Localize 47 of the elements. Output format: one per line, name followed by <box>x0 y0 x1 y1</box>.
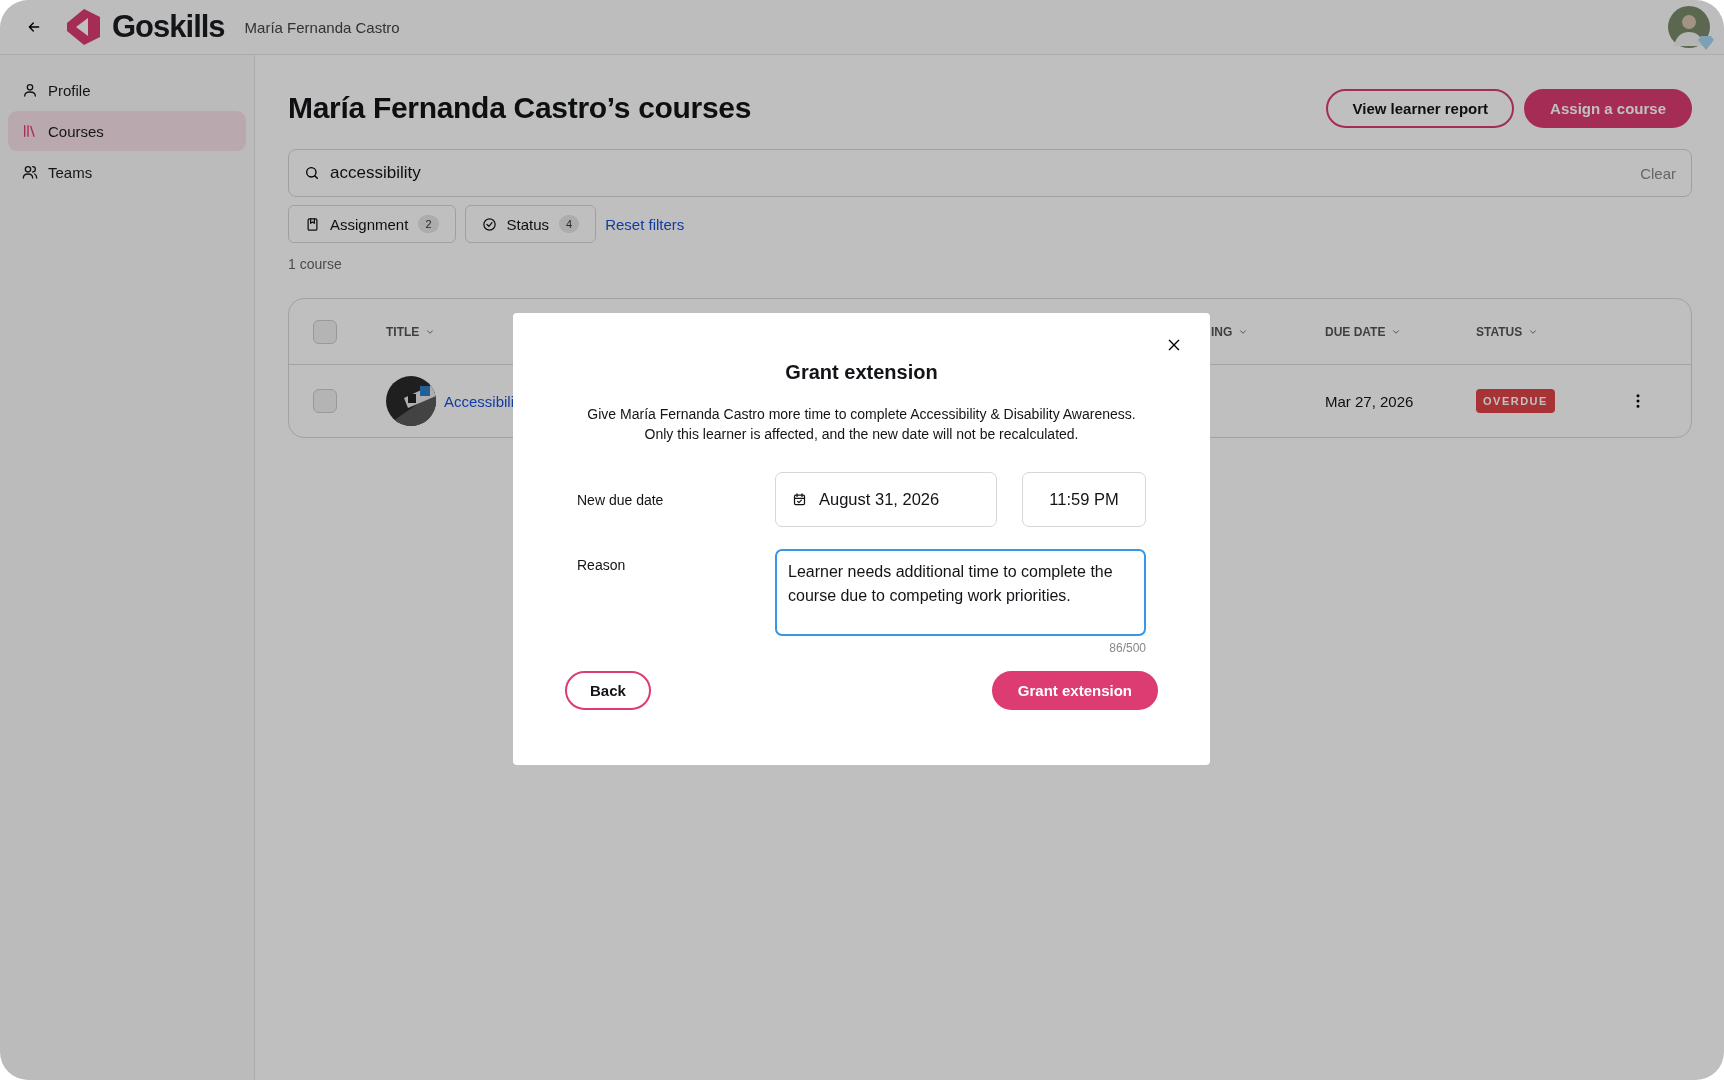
close-icon <box>1166 337 1182 353</box>
column-header[interactable]: STATUS <box>1476 324 1629 339</box>
character-counter: 86/500 <box>1108 641 1146 655</box>
field-label: Reason <box>577 556 627 573</box>
learner-name: María Fernanda Castro <box>244 18 401 36</box>
grant-button[interactable]: Grant extension <box>991 671 1158 710</box>
avatar[interactable] <box>1668 6 1710 48</box>
sidebar-item[interactable]: Courses <box>8 111 246 151</box>
logo-text: Goskills <box>112 9 225 45</box>
person-icon <box>22 82 38 98</box>
page-title: María Fernanda Castro’s courses <box>288 91 752 125</box>
filter-button[interactable]: Status 4 <box>464 205 597 243</box>
due-date: Mar 27, 2026 <box>1325 392 1415 410</box>
diamond-icon <box>1698 36 1714 50</box>
reset-filters-link[interactable]: Reset filters <box>605 215 685 233</box>
sidebar-item[interactable]: Teams <box>8 152 246 192</box>
people-icon <box>22 164 38 180</box>
field-label: New due date <box>577 491 665 508</box>
description-text: Only this learner is affected, and the new date will not be recalculated. <box>643 426 1080 442</box>
status-badge: OVERDUE <box>1476 389 1555 413</box>
description-text: Give María Fernanda Castro more time to complete Accessibility & Disability Awareness. <box>586 406 1137 422</box>
books-icon <box>22 123 38 139</box>
sidebar-item[interactable]: Profile <box>8 70 246 110</box>
count-badge: 2 <box>418 215 439 233</box>
column-header[interactable]: DUE DATE <box>1325 324 1476 339</box>
column-header[interactable]: ING <box>1211 324 1325 339</box>
course-link[interactable]: Accessibili <box>444 392 515 410</box>
bookmark-icon <box>305 216 320 232</box>
checkbox[interactable] <box>313 389 337 413</box>
search-field[interactable]: accessibility Clear <box>288 149 1692 197</box>
back-button[interactable]: Back <box>565 671 651 710</box>
logo-icon <box>64 7 102 47</box>
dialog-title: Grant extension <box>784 361 939 384</box>
search-icon <box>304 165 320 181</box>
count-badge: 4 <box>559 215 580 233</box>
column-header[interactable]: TITLE <box>386 324 1211 339</box>
calendar-icon <box>792 492 807 507</box>
checkbox[interactable] <box>313 319 337 344</box>
filter-button[interactable]: Assignment 2 <box>288 205 456 243</box>
assign-button[interactable]: Assign a course <box>1524 88 1692 128</box>
reason-field[interactable]: Learner needs additional time to complete the course due to competing work priorities. <box>775 549 1146 636</box>
date-field[interactable]: August 31, 2026 <box>775 472 997 527</box>
check-circle-icon <box>481 216 497 232</box>
back-arrow-icon[interactable] <box>26 19 42 35</box>
time-field[interactable]: 11:59 PM <box>1022 472 1146 527</box>
report-button[interactable]: View learner report <box>1326 88 1515 128</box>
result-count: 1 course <box>288 256 343 272</box>
